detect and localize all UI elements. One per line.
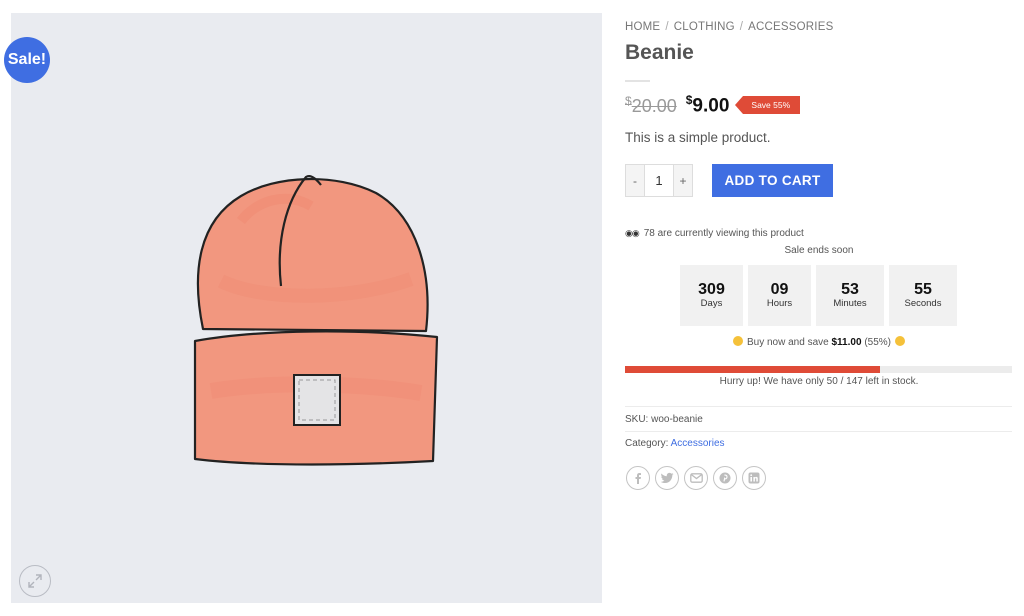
old-price-currency: $ <box>625 93 632 108</box>
share-pinterest-button[interactable] <box>713 466 737 490</box>
share-email-button[interactable] <box>684 466 708 490</box>
zoom-button[interactable] <box>19 565 51 597</box>
add-to-cart-button[interactable]: ADD TO CART <box>712 164 833 197</box>
product-gallery[interactable] <box>11 13 602 603</box>
share-buttons <box>626 466 766 490</box>
breadcrumb-separator: / <box>739 21 744 33</box>
buy-now-percent: (55%) <box>864 337 891 348</box>
breadcrumb-home[interactable]: HOME <box>625 21 660 33</box>
countdown-hours-label: Hours <box>766 298 793 309</box>
facebook-icon <box>635 473 641 484</box>
category-label: Category: <box>625 438 669 449</box>
countdown-days: 309 Days <box>680 265 743 326</box>
product-title: Beanie <box>625 41 694 64</box>
expand-icon <box>28 574 42 588</box>
breadcrumb-accessories[interactable]: ACCESSORIES <box>748 21 833 33</box>
email-icon <box>689 473 703 483</box>
quantity-decrease-button[interactable]: - <box>626 165 644 196</box>
countdown-seconds: 55 Seconds <box>889 265 957 326</box>
countdown-seconds-label: Seconds <box>904 298 942 309</box>
meta-divider <box>625 431 1012 432</box>
old-price: $20.00 <box>625 94 677 117</box>
short-description: This is a simple product. <box>625 130 771 145</box>
linkedin-icon <box>748 472 760 484</box>
stock-notice: Hurry up! We have only 50 / 147 left in … <box>719 376 919 387</box>
meta-divider <box>625 406 1012 407</box>
twitter-icon <box>660 472 673 483</box>
countdown-seconds-value: 55 <box>914 281 932 298</box>
share-linkedin-button[interactable] <box>742 466 766 490</box>
breadcrumb: HOME / CLOTHING / ACCESSORIES <box>625 21 833 33</box>
sku-value: woo-beanie <box>651 414 703 425</box>
stock-progress-fill <box>625 366 881 373</box>
old-price-value: 20.00 <box>631 95 677 116</box>
buy-now-text: Buy now and save <box>746 337 829 348</box>
pinterest-icon <box>719 472 731 484</box>
sale-badge: Sale! <box>4 37 50 83</box>
countdown-minutes-value: 53 <box>841 281 859 298</box>
countdown-hours: 09 Hours <box>748 265 811 326</box>
countdown-minutes: 53 Minutes <box>816 265 884 326</box>
sale-ends-label: Sale ends soon <box>784 245 854 256</box>
sale-price-value: 9.00 <box>692 95 730 117</box>
buy-now-amount: $11.00 <box>831 337 862 348</box>
quantity-input[interactable] <box>644 165 674 196</box>
sku-label: SKU: <box>625 414 649 425</box>
share-facebook-button[interactable] <box>626 466 650 490</box>
share-twitter-button[interactable] <box>655 466 679 490</box>
countdown-days-label: Days <box>700 298 723 309</box>
sale-price: $9.00 <box>686 93 730 117</box>
eyes-icon: ◉◉ <box>625 228 640 238</box>
buy-now-savings: Buy now and save $11.00 (55%) <box>625 336 1013 348</box>
countdown-days-value: 309 <box>698 281 725 298</box>
beanie-product-image[interactable] <box>181 161 441 471</box>
smiley-icon <box>895 336 905 346</box>
price-row: $20.00 $9.00 Save 55% <box>625 93 801 117</box>
viewers-notice: ◉◉ 78 are currently viewing this product <box>625 228 804 239</box>
title-divider <box>625 80 650 82</box>
quantity-increase-button[interactable]: + <box>674 165 692 196</box>
breadcrumb-separator: / <box>665 21 669 33</box>
stock-progress-bar <box>625 366 1012 373</box>
product-category: Category: Accessories <box>625 438 725 449</box>
category-link-accessories[interactable]: Accessories <box>671 438 725 449</box>
breadcrumb-clothing[interactable]: CLOTHING <box>674 21 735 33</box>
countdown-timer: 309 Days 09 Hours 53 Minutes 55 Seconds <box>680 265 957 326</box>
countdown-hours-value: 09 <box>770 281 789 298</box>
viewers-text: 78 are currently viewing this product <box>643 228 804 239</box>
smiley-icon <box>732 336 743 346</box>
product-sku: SKU: woo-beanie <box>625 414 703 425</box>
countdown-minutes-label: Minutes <box>833 298 867 309</box>
quantity-stepper: - + <box>625 164 693 197</box>
save-percent-tag: Save 55% <box>735 96 801 115</box>
